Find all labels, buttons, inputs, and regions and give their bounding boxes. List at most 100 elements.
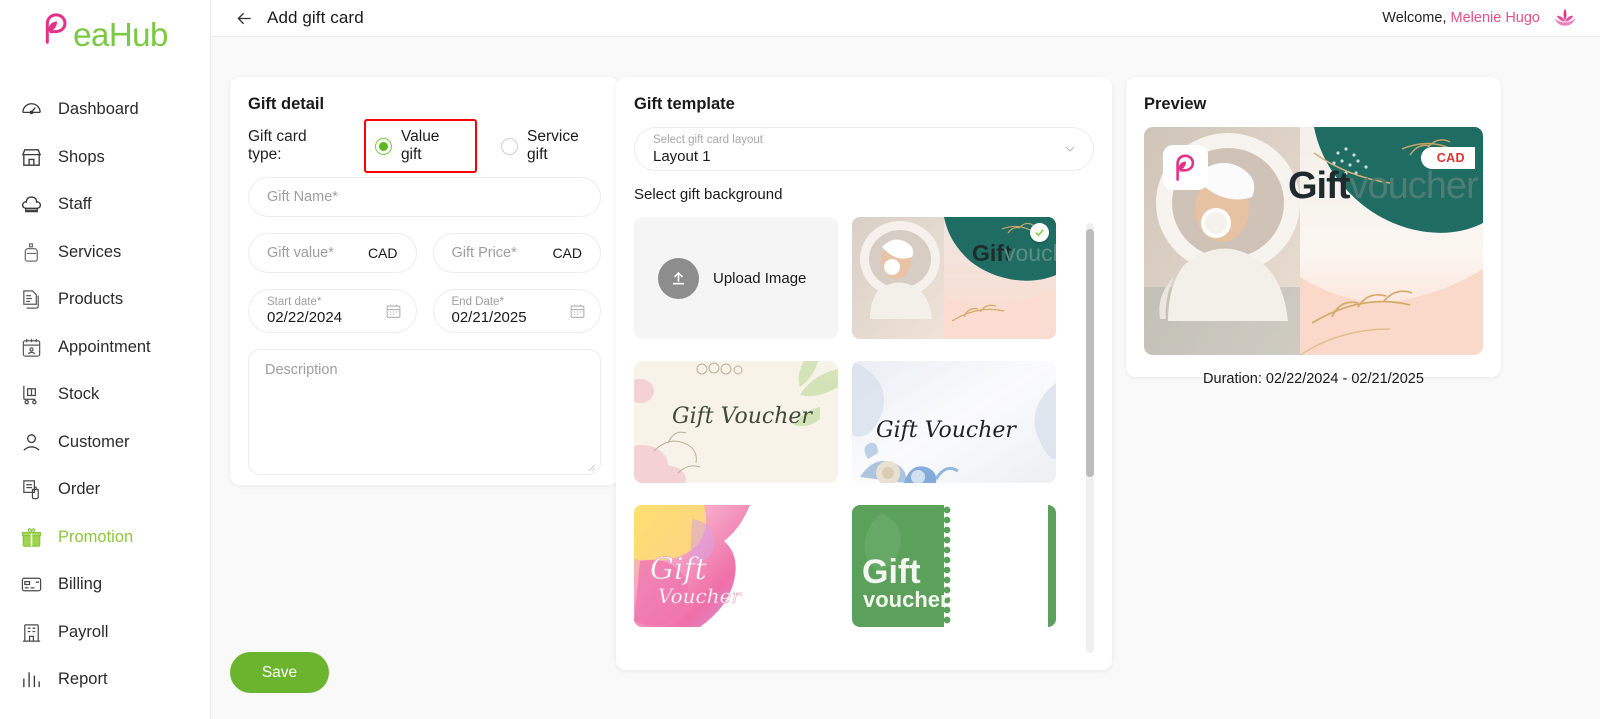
calendar-icon[interactable] [385, 303, 402, 320]
template-card-floral-green[interactable]: Gift Voucher [634, 361, 838, 483]
gift-price-input[interactable]: Gift Price* CAD [432, 233, 601, 273]
sidebar-item-staff[interactable]: Staff [0, 181, 210, 229]
sidebar-item-products[interactable]: Products [0, 276, 210, 324]
template-card-spa-woman[interactable]: Gift voucher [852, 217, 1056, 339]
preview-voucher-text-bold: Gift [1288, 165, 1350, 207]
radio-value-gift[interactable]: Value gift [374, 128, 462, 164]
bar-chart-icon [18, 667, 44, 693]
sidebar-item-promotion[interactable]: Promotion [0, 514, 210, 562]
sidebar-item-stock[interactable]: Stock [0, 371, 210, 419]
template-thumb: Gift Voucher [634, 505, 838, 627]
end-date-value: 02/21/2025 [451, 309, 527, 326]
gift-price-placeholder: Gift Price* [451, 245, 517, 261]
content-area: Gift detail Gift card type: Value gift S… [211, 37, 1600, 719]
template-card-green-ticket[interactable]: Gift voucher [852, 505, 1056, 627]
sidebar-item-customer[interactable]: Customer [0, 419, 210, 467]
welcome-text: Welcome, Melenie Hugo [1382, 10, 1540, 26]
description-textarea[interactable]: Description [248, 349, 601, 475]
gift-price-currency: CAD [552, 245, 582, 261]
template-selected-check-icon [1030, 223, 1049, 242]
upload-image-label: Upload Image [713, 269, 807, 287]
sidebar-item-shops[interactable]: Shops [0, 134, 210, 182]
template-scrollbar-track[interactable] [1086, 223, 1094, 653]
sidebar-item-dashboard[interactable]: Dashboard [0, 86, 210, 134]
save-button[interactable]: Save [230, 652, 329, 693]
user-name: Melenie Hugo [1450, 10, 1540, 26]
description-placeholder: Description [265, 362, 338, 378]
sidebar-item-label: Staff [58, 195, 92, 214]
template-thumb: Gift Voucher [852, 361, 1056, 483]
resize-handle-icon[interactable] [585, 460, 596, 472]
sidebar-item-label: Stock [58, 385, 100, 404]
welcome-prefix: Welcome, [1382, 10, 1447, 26]
template-scrollbar-thumb[interactable] [1086, 229, 1094, 477]
sidebar-item-label: Appointment [58, 337, 151, 356]
end-date-input[interactable]: End Date* 02/21/2025 [432, 289, 601, 333]
svg-text:Gift: Gift [650, 552, 708, 587]
layout-select[interactable]: Select gift card layout Layout 1 [634, 127, 1094, 171]
start-date-input[interactable]: Start date* 02/22/2024 [248, 289, 417, 333]
gift-name-input[interactable]: Gift Name* [248, 177, 601, 217]
end-date-label: End Date* [451, 296, 504, 308]
layout-select-label: Select gift card layout [653, 133, 763, 146]
topbar: Add gift card Welcome, Melenie Hugo [211, 0, 1600, 37]
template-card-blue-floral[interactable]: Gift Voucher [852, 361, 1056, 483]
start-date-value: 02/22/2024 [267, 309, 343, 326]
gift-value-placeholder: Gift value* [267, 245, 334, 261]
sidebar-item-label: Order [58, 480, 101, 499]
gift-template-panel: Gift template Select gift card layout La… [616, 77, 1112, 670]
gift-name-placeholder: Gift Name* [267, 189, 338, 205]
sidebar: eaHub Dashboard Shops Staff Services Pro… [0, 0, 211, 719]
radio-service-gift-label: Service gift [527, 128, 579, 163]
gift-value-input[interactable]: Gift value* CAD [248, 233, 417, 273]
radio-service-gift[interactable]: Service gift [501, 128, 601, 164]
preview-voucher-text: Giftvoucher [1288, 165, 1479, 208]
sidebar-item-services[interactable]: Services [0, 229, 210, 277]
chevron-down-icon[interactable] [1062, 141, 1078, 157]
svg-text:Gift Voucher: Gift Voucher [876, 418, 1017, 443]
app-root: eaHub Dashboard Shops Staff Services Pro… [0, 0, 1600, 719]
gift-template-title: Gift template [634, 95, 735, 113]
start-date-label: Start date* [267, 296, 322, 308]
gift-detail-panel: Gift detail Gift card type: Value gift S… [230, 77, 619, 485]
main-area: Add gift card Welcome, Melenie Hugo Gift… [211, 0, 1600, 719]
documents-icon [18, 287, 44, 313]
sidebar-item-label: Payroll [58, 622, 109, 641]
topbar-right: Welcome, Melenie Hugo [1382, 5, 1578, 31]
person-icon [18, 429, 44, 455]
calendar-icon[interactable] [569, 303, 586, 320]
layout-select-value: Layout 1 [653, 147, 711, 165]
sidebar-item-label: Dashboard [58, 100, 139, 119]
sidebar-item-appointment[interactable]: Appointment [0, 324, 210, 372]
template-grid: Upload Image Gift vouc Gift Voucher Gift… [634, 217, 1094, 627]
preview-currency-badge: CAD [1420, 147, 1475, 169]
template-thumb: Gift Voucher [634, 361, 838, 483]
gauge-icon [18, 97, 44, 123]
arrow-left-icon[interactable] [233, 7, 255, 29]
sidebar-item-report[interactable]: Report [0, 656, 210, 704]
preview-panel: Preview Giftvoucher CAD Duration: 02/22/… [1126, 77, 1501, 387]
template-thumb: Gift voucher [852, 217, 1056, 339]
gift-card-type-row: Gift card type: Value gift Service gift [248, 119, 601, 173]
building-icon [18, 619, 44, 645]
sidebar-item-label: Products [58, 290, 124, 309]
gift-value-currency: CAD [367, 245, 398, 261]
sidebar-item-payroll[interactable]: Payroll [0, 609, 210, 657]
upload-icon [658, 257, 699, 299]
order-list-icon [18, 477, 44, 503]
radio-value-gift-label: Value gift [400, 128, 440, 163]
sidebar-item-label: Services [58, 242, 122, 261]
svg-text:voucher: voucher [1004, 240, 1056, 266]
svg-text:Gift Voucher: Gift Voucher [672, 404, 813, 429]
upload-image-cell[interactable]: Upload Image [634, 217, 838, 339]
sidebar-item-order[interactable]: Order [0, 466, 210, 514]
app-logo[interactable]: eaHub [0, 0, 210, 66]
sidebar-item-billing[interactable]: Billing [0, 561, 210, 609]
radio-indicator-icon [501, 137, 519, 155]
credit-card-icon [18, 572, 44, 598]
svg-text:Voucher: Voucher [658, 584, 742, 608]
logo-text: eaHub [73, 16, 168, 53]
template-card-pink-watercolor[interactable]: Gift Voucher [634, 505, 838, 627]
lotus-icon[interactable] [1552, 5, 1578, 31]
sidebar-item-label: Customer [58, 432, 130, 451]
